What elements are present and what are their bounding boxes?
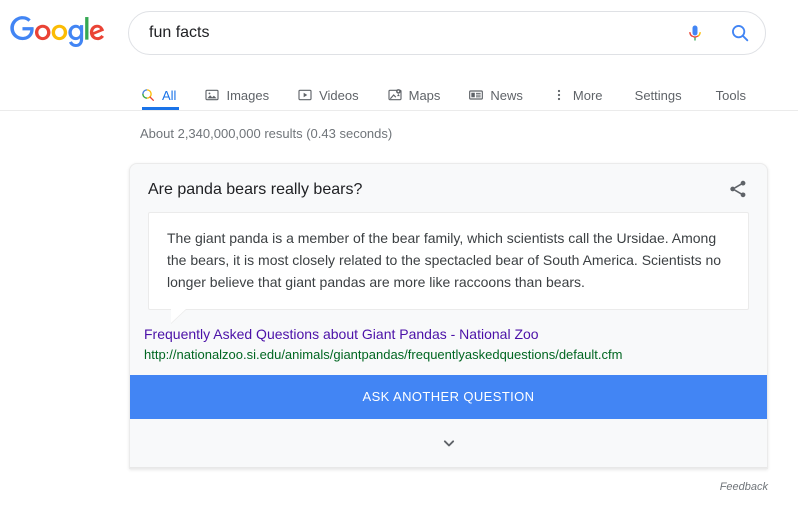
google-logo-mark: [10, 16, 105, 48]
image-icon: [205, 89, 220, 101]
featured-answer-card: Are panda bears really bears? The giant …: [129, 163, 768, 469]
settings-button[interactable]: Settings: [635, 88, 682, 103]
result-stats: About 2,340,000,000 results (0.43 second…: [140, 126, 393, 141]
search-tabs-right: Settings Tools: [601, 74, 746, 108]
newspaper-icon: [469, 90, 484, 100]
voice-search-button[interactable]: [675, 12, 715, 54]
video-icon: [298, 89, 312, 101]
search-tabs: All Images Videos Maps News More Setting…: [0, 74, 798, 110]
tab-news[interactable]: News: [468, 74, 523, 108]
search-submit-button[interactable]: [715, 12, 765, 54]
search-input[interactable]: [129, 12, 675, 54]
tab-videos[interactable]: Videos: [297, 74, 359, 108]
map-pin-icon: [388, 89, 402, 101]
tab-images[interactable]: Images: [204, 74, 269, 108]
answer-card-header: Are panda bears really bears?: [130, 164, 767, 204]
card-bottom-divider: [130, 467, 767, 468]
more-vertical-icon: [557, 89, 561, 101]
search-icon: [142, 89, 154, 101]
tab-all[interactable]: All: [140, 74, 179, 110]
tab-videos-label: Videos: [319, 87, 359, 103]
share-button[interactable]: [727, 178, 749, 200]
chevron-down-icon: [443, 440, 454, 447]
search-icon: [732, 25, 749, 42]
answer-quote-box: The giant panda is a member of the bear …: [148, 212, 749, 323]
tab-more[interactable]: More: [551, 74, 603, 108]
answer-source: Frequently Asked Questions about Giant P…: [130, 310, 767, 375]
source-url[interactable]: http://nationalzoo.si.edu/animals/giantp…: [144, 345, 749, 365]
ask-another-question-button[interactable]: ASK ANOTHER QUESTION: [130, 375, 767, 419]
tools-button[interactable]: Tools: [716, 88, 746, 103]
tab-images-label: Images: [226, 87, 270, 103]
page-header: All Images Videos: [0, 0, 798, 111]
search-results-page: All Images Videos: [0, 0, 798, 507]
answer-question: Are panda bears really bears?: [148, 181, 363, 198]
microphone-icon: [689, 25, 701, 41]
expand-answer-button[interactable]: [130, 419, 767, 467]
answer-quote-wrapper: The giant panda is a member of the bear …: [130, 204, 767, 323]
feedback-link[interactable]: Feedback: [720, 481, 768, 493]
share-icon: [730, 180, 746, 198]
tab-more-label: More: [572, 87, 603, 103]
search-tabs-left: All Images Videos Maps News More: [140, 74, 631, 110]
answer-text: The giant panda is a member of the bear …: [167, 230, 722, 290]
search-box[interactable]: [128, 11, 766, 55]
header-divider: [0, 110, 798, 111]
source-title-link[interactable]: Frequently Asked Questions about Giant P…: [144, 324, 749, 345]
tab-maps[interactable]: Maps: [387, 74, 441, 108]
google-logo[interactable]: [10, 16, 105, 48]
tab-maps-label: Maps: [408, 87, 441, 103]
quote-tail: [171, 308, 187, 323]
tab-news-label: News: [490, 87, 523, 103]
tab-all-label: All: [162, 87, 177, 103]
